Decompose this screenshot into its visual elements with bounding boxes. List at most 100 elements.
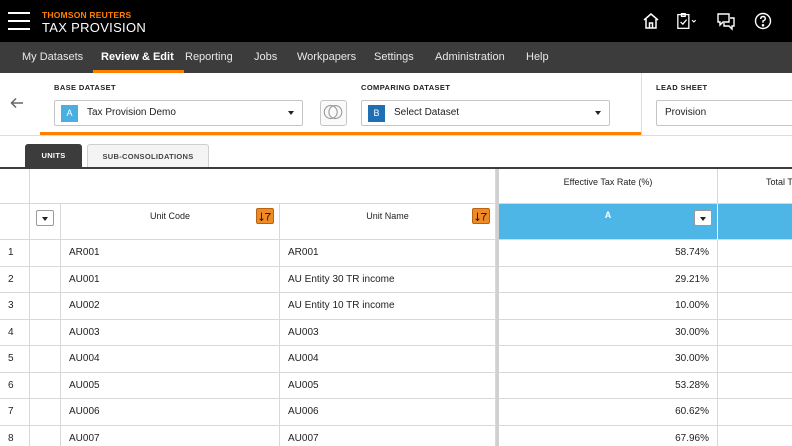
tab-units[interactable]: UNITS	[25, 144, 82, 168]
column-menu-dropdown[interactable]	[694, 210, 712, 226]
row-number: 6	[0, 372, 30, 399]
row-select-cell[interactable]	[30, 266, 61, 293]
unit-name-cell[interactable]: AU007	[280, 425, 496, 446]
col-header-dataset-a: A	[499, 204, 718, 240]
etr-value-cell[interactable]: 53.28%	[499, 372, 718, 399]
row-number: 8	[0, 425, 30, 446]
base-dataset-label: BASE DATASET	[54, 83, 117, 92]
unit-code-cell[interactable]: AU004	[61, 346, 280, 373]
nav-settings[interactable]: Settings	[374, 42, 414, 73]
total-value-cell[interactable]	[718, 240, 792, 267]
comparing-dataset-badge: B	[368, 105, 385, 122]
total-value-cell[interactable]	[718, 426, 792, 446]
comparing-dataset-select[interactable]: B Select Dataset	[361, 100, 610, 126]
row-number: 1	[0, 240, 30, 267]
grid-corner	[0, 169, 30, 204]
dataset-bar: BASE DATASET A Tax Provision Demo COMPAR…	[0, 73, 792, 136]
tabs-area: UNITS SUB-CONSOLIDATIONS	[0, 136, 792, 168]
select-menu-dropdown[interactable]	[36, 210, 54, 226]
row-select-cell[interactable]	[30, 399, 61, 426]
row-select-cell[interactable]	[30, 240, 61, 267]
row-number: 3	[0, 293, 30, 320]
frozen-column-separator	[496, 169, 499, 446]
etr-value-cell[interactable]: 67.96%	[499, 425, 718, 446]
row-number: 4	[0, 319, 30, 346]
unit-name-cell[interactable]: AU003	[280, 319, 496, 346]
hamburger-menu-icon[interactable]	[8, 11, 30, 31]
nav-help[interactable]: Help	[526, 42, 549, 73]
main-nav: My Datasets Review & Edit Reporting Jobs…	[0, 42, 792, 73]
group-header-etr: Effective Tax Rate (%)	[499, 169, 718, 204]
unit-code-cell[interactable]: AR001	[61, 240, 280, 267]
total-value-cell[interactable]	[718, 399, 792, 426]
brand-product: TAX PROVISION	[42, 20, 147, 35]
lead-sheet-select[interactable]: Provision	[656, 100, 792, 126]
lead-sheet-label: LEAD SHEET	[656, 83, 708, 92]
nav-reporting[interactable]: Reporting	[185, 42, 233, 73]
col-header-unit-code[interactable]: Unit Code	[61, 204, 280, 240]
base-dataset-badge: A	[61, 105, 78, 122]
row-select-cell[interactable]	[30, 319, 61, 346]
col-header-unit-code-label: Unit Code	[149, 211, 191, 221]
comparing-dataset-value: Select Dataset	[394, 107, 460, 118]
lead-sheet-divider	[641, 73, 642, 136]
nav-jobs[interactable]: Jobs	[254, 42, 277, 73]
home-icon[interactable]	[640, 10, 662, 32]
unit-name-cell[interactable]: AU004	[280, 346, 496, 373]
unit-name-cell[interactable]: AU005	[280, 372, 496, 399]
comments-icon[interactable]	[715, 10, 737, 32]
etr-value-cell[interactable]: 30.00%	[499, 346, 718, 373]
base-dataset-select[interactable]: A Tax Provision Demo	[54, 100, 303, 126]
back-arrow-icon[interactable]	[9, 95, 25, 111]
nav-review-edit[interactable]: Review & Edit	[93, 42, 184, 73]
col-header-unit-name-label: Unit Name	[366, 211, 409, 221]
row-select-cell[interactable]	[30, 346, 61, 373]
compare-toggle-icon[interactable]	[320, 100, 347, 126]
unit-name-cell[interactable]: AU006	[280, 399, 496, 426]
tab-sub-consolidations[interactable]: SUB-CONSOLIDATIONS	[87, 144, 209, 168]
total-value-cell[interactable]	[718, 267, 792, 293]
dataset-accent-line	[40, 132, 641, 135]
etr-value-cell[interactable]: 30.00%	[499, 319, 718, 346]
unit-name-cell[interactable]: AU Entity 30 TR income	[280, 266, 496, 293]
nav-administration[interactable]: Administration	[435, 42, 505, 73]
chevron-down-icon	[595, 111, 601, 115]
row-number: 7	[0, 399, 30, 426]
etr-value-cell[interactable]: 60.62%	[499, 399, 718, 426]
row-number-header	[0, 204, 30, 240]
total-value-cell[interactable]	[718, 373, 792, 399]
etr-value-cell[interactable]: 10.00%	[499, 293, 718, 320]
row-select-cell[interactable]	[30, 425, 61, 446]
row-number: 5	[0, 346, 30, 373]
unit-code-cell[interactable]: AU002	[61, 293, 280, 320]
nav-my-datasets[interactable]: My Datasets	[22, 42, 83, 73]
unit-code-cell[interactable]: AU006	[61, 399, 280, 426]
etr-value-cell[interactable]: 58.74%	[499, 240, 718, 267]
tasks-checklist-icon[interactable]	[676, 10, 700, 32]
brand-company: THOMSON REUTERS	[42, 10, 132, 20]
col-header-dataset-a-label: A	[604, 210, 612, 220]
total-value-cell[interactable]	[718, 320, 792, 346]
total-value-cell[interactable]	[718, 346, 792, 373]
total-value-cell[interactable]	[718, 293, 792, 320]
comparing-dataset-label: COMPARING DATASET	[361, 83, 451, 92]
sort-filter-icon[interactable]	[472, 208, 490, 224]
unit-name-cell[interactable]: AU Entity 10 TR income	[280, 293, 496, 320]
row-select-cell[interactable]	[30, 293, 61, 320]
col-header-total-a	[718, 204, 792, 240]
unit-code-cell[interactable]: AU003	[61, 319, 280, 346]
unit-code-cell[interactable]: AU001	[61, 266, 280, 293]
unit-code-cell[interactable]: AU007	[61, 425, 280, 446]
row-select-cell[interactable]	[30, 372, 61, 399]
lead-sheet-value: Provision	[665, 107, 707, 118]
help-icon[interactable]	[752, 10, 774, 32]
base-dataset-value: Tax Provision Demo	[87, 107, 176, 118]
top-bar: THOMSON REUTERS TAX PROVISION	[0, 0, 792, 42]
chevron-down-icon	[288, 111, 294, 115]
etr-value-cell[interactable]: 29.21%	[499, 266, 718, 293]
sort-filter-icon[interactable]	[256, 208, 274, 224]
unit-name-cell[interactable]: AR001	[280, 240, 496, 267]
unit-code-cell[interactable]: AU005	[61, 372, 280, 399]
col-header-unit-name[interactable]: Unit Name	[280, 204, 496, 240]
nav-workpapers[interactable]: Workpapers	[297, 42, 356, 73]
